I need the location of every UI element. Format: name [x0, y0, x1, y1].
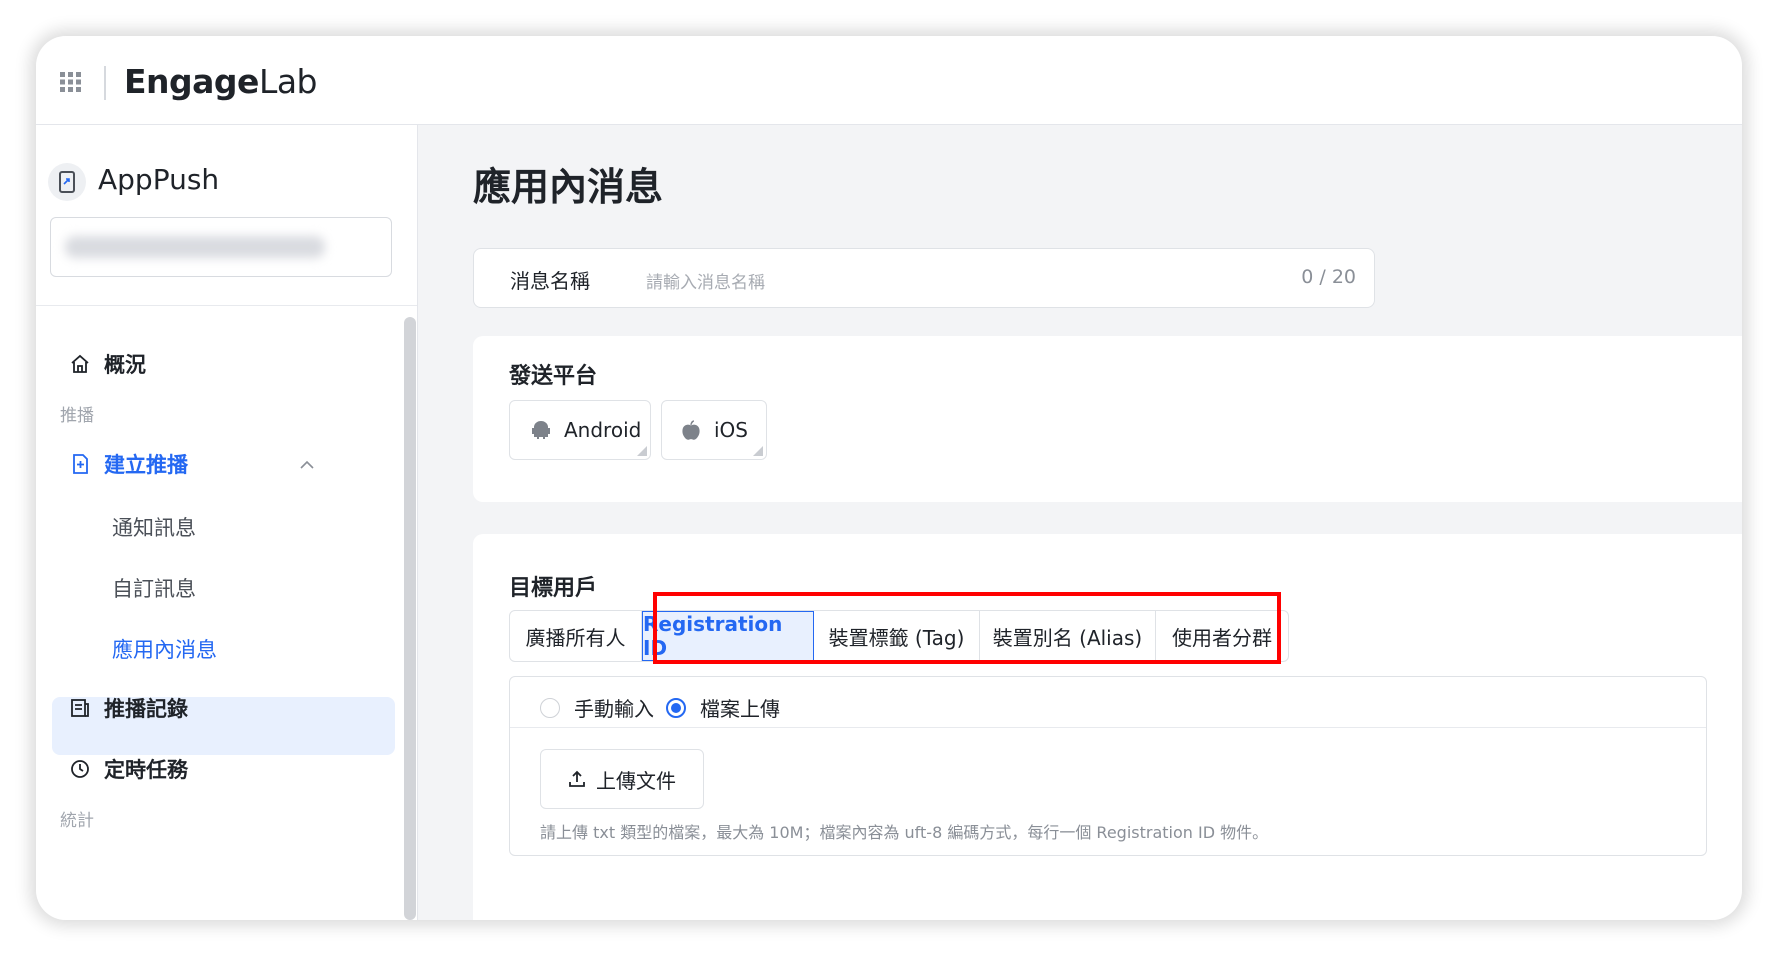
- app-selector[interactable]: [50, 217, 392, 277]
- clock-icon: [71, 760, 89, 778]
- apple-icon: [682, 420, 700, 440]
- section-label-push: 推播: [60, 406, 94, 426]
- app-window: EngageLab AppPush 概況 推播 建立推播 通知訊息 自訂訊息 應…: [36, 36, 1742, 920]
- platform-android-button[interactable]: Android: [509, 400, 651, 460]
- sidebar-item-label: 概況: [104, 353, 146, 377]
- sidebar-item-create-push[interactable]: 建立推播: [70, 449, 188, 479]
- sidebar-divider: [36, 305, 417, 306]
- target-users-title: 目標用戶: [509, 576, 598, 601]
- apps-grid-icon[interactable]: [60, 72, 82, 92]
- sidebar-scrollbar[interactable]: [404, 317, 416, 920]
- sidebar-item-label: 推播記錄: [104, 697, 188, 721]
- sidebar-item-label: 定時任務: [104, 758, 188, 782]
- platform-label: Android: [564, 418, 642, 442]
- home-icon: [71, 354, 89, 373]
- sidebar-item-notification[interactable]: 通知訊息: [112, 512, 196, 542]
- radio-circle-selected: [666, 697, 686, 718]
- message-name-field[interactable]: 消息名稱 請輸入消息名稱 0 / 20: [473, 248, 1375, 308]
- engagelab-logo[interactable]: EngageLab: [124, 62, 318, 101]
- upload-label: 上傳文件: [596, 768, 676, 793]
- upload-hint: 請上傳 txt 類型的檔案，最大為 10M；檔案內容為 uft-8 編碼方式，每…: [540, 823, 1269, 842]
- radio-file-upload[interactable]: 檔案上傳: [666, 693, 780, 722]
- char-counter: 0 / 20: [1301, 266, 1356, 288]
- app-phone-icon: [48, 163, 86, 201]
- radio-circle: [540, 697, 560, 718]
- section-label-stats: 統計: [60, 811, 94, 831]
- target-input-panel: 手動輸入 檔案上傳 上傳文件 請上傳 txt 類型的檔案，最大為 10M；檔案內…: [509, 676, 1707, 856]
- topbar-divider: [104, 66, 106, 100]
- sidebar: AppPush 概況 推播 建立推播 通知訊息 自訂訊息 應用內消息 推播記錄 …: [36, 125, 418, 920]
- sidebar-item-push-records[interactable]: 推播記錄: [70, 693, 188, 723]
- app-name: AppPush: [98, 163, 220, 196]
- platform-label: iOS: [714, 418, 748, 442]
- page-title: 應用內消息: [473, 165, 664, 209]
- corner-indicator: [637, 446, 647, 456]
- android-icon: [532, 421, 550, 439]
- panel-divider: [510, 727, 1706, 728]
- sidebar-item-custom-message[interactable]: 自訂訊息: [112, 573, 196, 603]
- message-name-label: 消息名稱: [510, 269, 590, 293]
- radio-label: 手動輸入: [574, 697, 654, 721]
- radio-manual-input[interactable]: 手動輸入: [540, 693, 654, 722]
- file-plus-icon: [73, 454, 88, 474]
- radio-label: 檔案上傳: [700, 697, 780, 721]
- sidebar-item-overview[interactable]: 概況: [70, 349, 146, 379]
- corner-indicator: [753, 446, 763, 456]
- sidebar-item-label: 建立推播: [104, 453, 188, 477]
- platform-title: 發送平台: [509, 364, 598, 389]
- sidebar-item-label-active: 應用內消息: [112, 638, 217, 662]
- sidebar-item-scheduled-tasks[interactable]: 定時任務: [70, 754, 188, 784]
- tab-broadcast-all[interactable]: 廣播所有人: [510, 611, 642, 661]
- blurred-app-id: [65, 236, 325, 258]
- upload-icon: [569, 770, 585, 787]
- platform-ios-button[interactable]: iOS: [661, 400, 767, 460]
- top-bar: EngageLab: [36, 36, 1742, 125]
- upload-file-button[interactable]: 上傳文件: [540, 749, 704, 809]
- chevron-up-icon[interactable]: [300, 460, 314, 469]
- list-icon: [71, 699, 89, 717]
- highlight-annotation: [653, 592, 1281, 664]
- message-name-input[interactable]: 請輸入消息名稱: [646, 268, 765, 293]
